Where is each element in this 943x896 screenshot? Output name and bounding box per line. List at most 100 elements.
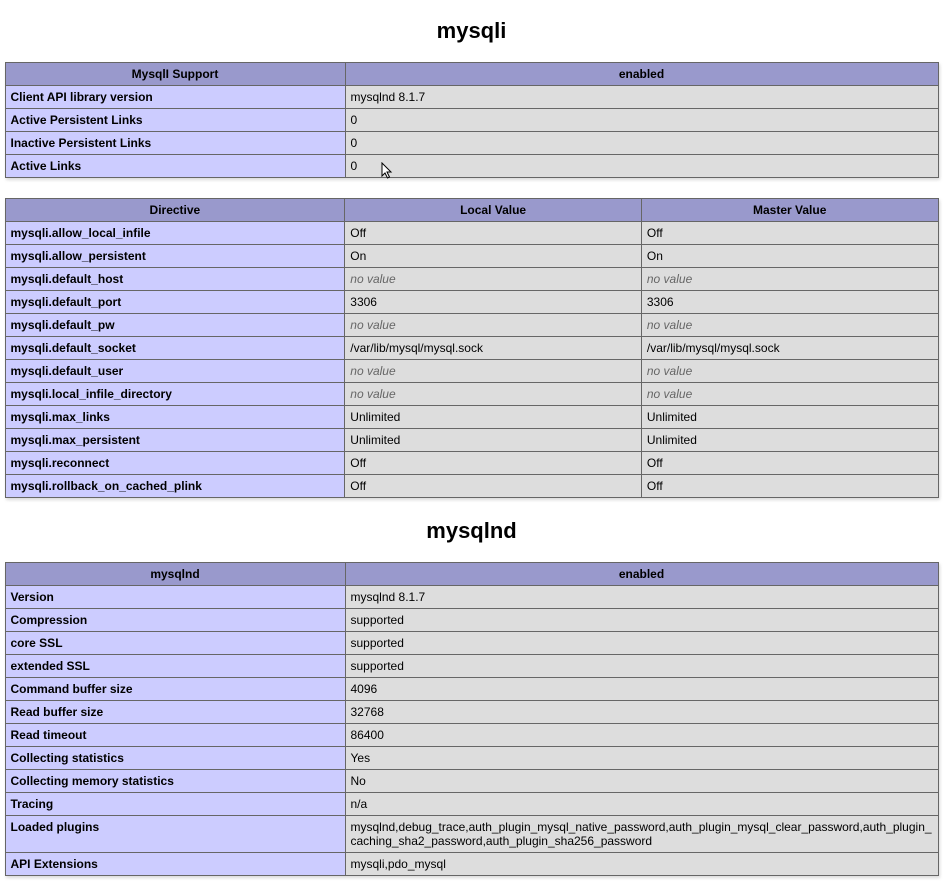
no-value: no value <box>647 364 692 378</box>
table-row: mysqli.default_socket/var/lib/mysql/mysq… <box>5 337 938 360</box>
directive-value: 0 <box>345 155 938 178</box>
table-row: mysqli.default_host no value no value <box>5 268 938 291</box>
directive-value: Off <box>641 475 938 498</box>
directive-name: mysqli.default_pw <box>5 314 345 337</box>
directive-value: Off <box>345 452 642 475</box>
table-row: Compressionsupported <box>5 609 938 632</box>
directive-value: supported <box>345 632 938 655</box>
table-row: Read timeout86400 <box>5 724 938 747</box>
directive-value: 32768 <box>345 701 938 724</box>
no-value: no value <box>350 364 395 378</box>
directive-value: Off <box>641 452 938 475</box>
directive-name: Read buffer size <box>5 701 345 724</box>
table-header: Directive <box>5 199 345 222</box>
directive-value: mysqlnd 8.1.7 <box>345 86 938 109</box>
directive-name: Inactive Persistent Links <box>5 132 345 155</box>
no-value: no value <box>350 387 395 401</box>
directive-value: 3306 <box>345 291 642 314</box>
table-row: mysqli.default_user no value no value <box>5 360 938 383</box>
directive-value: 3306 <box>641 291 938 314</box>
table-row: Active Links0 <box>5 155 938 178</box>
table-header: enabled <box>345 563 938 586</box>
directive-value: On <box>641 245 938 268</box>
section-title: mysqlnd <box>0 518 943 544</box>
directive-value: mysqlnd 8.1.7 <box>345 586 938 609</box>
directive-value: no value <box>641 383 938 406</box>
directive-name: mysqli.default_user <box>5 360 345 383</box>
table-row: Collecting memory statisticsNo <box>5 770 938 793</box>
no-value: no value <box>647 387 692 401</box>
table-row: Collecting statisticsYes <box>5 747 938 770</box>
table-row: Tracingn/a <box>5 793 938 816</box>
table-row: core SSLsupported <box>5 632 938 655</box>
directive-name: extended SSL <box>5 655 345 678</box>
table-row: Inactive Persistent Links0 <box>5 132 938 155</box>
table-row: mysqli.max_persistentUnlimitedUnlimited <box>5 429 938 452</box>
directive-value: mysqlnd,debug_trace,auth_plugin_mysql_na… <box>345 816 938 853</box>
directive-name: mysqli.reconnect <box>5 452 345 475</box>
table-header: Master Value <box>641 199 938 222</box>
directive-name: Command buffer size <box>5 678 345 701</box>
directive-value: 0 <box>345 109 938 132</box>
table-header: MysqlI Support <box>5 63 345 86</box>
directive-name: Collecting memory statistics <box>5 770 345 793</box>
table-row: mysqli.rollback_on_cached_plinkOffOff <box>5 475 938 498</box>
directive-name: Tracing <box>5 793 345 816</box>
directive-name: Client API library version <box>5 86 345 109</box>
directive-name: Loaded plugins <box>5 816 345 853</box>
table-row: mysqli.default_port33063306 <box>5 291 938 314</box>
no-value: no value <box>647 272 692 286</box>
directive-name: Active Persistent Links <box>5 109 345 132</box>
directive-value: No <box>345 770 938 793</box>
directive-value: Off <box>345 475 642 498</box>
directive-value: /var/lib/mysql/mysql.sock <box>641 337 938 360</box>
table-row: mysqli.allow_persistentOnOn <box>5 245 938 268</box>
directive-value: 0 <box>345 132 938 155</box>
directive-value: supported <box>345 655 938 678</box>
info-table: DirectiveLocal ValueMaster Value mysqli.a… <box>5 198 939 498</box>
table-row: API Extensionsmysqli,pdo_mysql <box>5 853 938 876</box>
table-header: Local Value <box>345 199 642 222</box>
directive-name: mysqli.max_persistent <box>5 429 345 452</box>
section-title: mysqli <box>0 18 943 44</box>
directive-value: Off <box>641 222 938 245</box>
table-header: enabled <box>345 63 938 86</box>
directive-value: mysqli,pdo_mysql <box>345 853 938 876</box>
directive-value: no value <box>345 383 642 406</box>
directive-value: no value <box>345 314 642 337</box>
directive-value: no value <box>345 268 642 291</box>
directive-name: core SSL <box>5 632 345 655</box>
directive-name: Compression <box>5 609 345 632</box>
table-row: mysqli.local_infile_directory no value no … <box>5 383 938 406</box>
directive-name: mysqli.default_host <box>5 268 345 291</box>
table-row: Active Persistent Links0 <box>5 109 938 132</box>
table-row: Client API library versionmysqlnd 8.1.7 <box>5 86 938 109</box>
directive-name: mysqli.rollback_on_cached_plink <box>5 475 345 498</box>
table-row: mysqli.allow_local_infileOffOff <box>5 222 938 245</box>
directive-name: mysqli.local_infile_directory <box>5 383 345 406</box>
no-value: no value <box>647 318 692 332</box>
directive-name: Active Links <box>5 155 345 178</box>
directive-value: 86400 <box>345 724 938 747</box>
table-row: extended SSLsupported <box>5 655 938 678</box>
table-row: Versionmysqlnd 8.1.7 <box>5 586 938 609</box>
directive-value: Unlimited <box>641 429 938 452</box>
directive-value: no value <box>641 360 938 383</box>
no-value: no value <box>350 318 395 332</box>
no-value: no value <box>350 272 395 286</box>
directive-value: no value <box>641 268 938 291</box>
directive-value: n/a <box>345 793 938 816</box>
directive-value: Yes <box>345 747 938 770</box>
table-row: Command buffer size4096 <box>5 678 938 701</box>
info-table: mysqlndenabledVersionmysqlnd 8.1.7Compre… <box>5 562 939 876</box>
directive-name: mysqli.allow_local_infile <box>5 222 345 245</box>
table-header: mysqlnd <box>5 563 345 586</box>
table-row: mysqli.max_linksUnlimitedUnlimited <box>5 406 938 429</box>
table-row: mysqli.reconnectOffOff <box>5 452 938 475</box>
directive-name: mysqli.allow_persistent <box>5 245 345 268</box>
directive-name: mysqli.default_socket <box>5 337 345 360</box>
directive-name: Collecting statistics <box>5 747 345 770</box>
directive-value: supported <box>345 609 938 632</box>
directive-name: Version <box>5 586 345 609</box>
directive-value: no value <box>641 314 938 337</box>
